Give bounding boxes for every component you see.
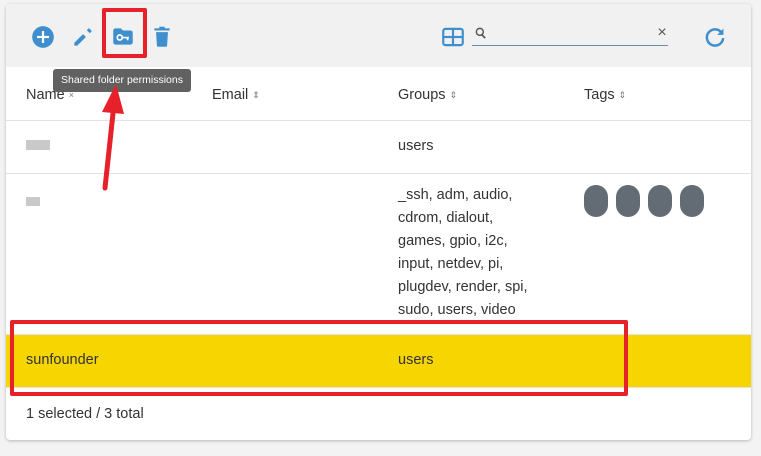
table-row[interactable]: _ssh, adm, audio, cdrom, dialout, games,… [6, 174, 751, 335]
groups-line: _ssh, adm, audio, [398, 187, 513, 203]
tag-chip [584, 185, 608, 217]
edit-button[interactable] [70, 24, 96, 50]
column-header-label: Tags [584, 87, 615, 103]
add-button[interactable] [30, 24, 56, 50]
groups-cell: _ssh, adm, audio, cdrom, dialout, games,… [398, 184, 548, 322]
search-field: × [472, 23, 668, 46]
groups-line: plugdev, render, spi, [398, 279, 528, 295]
column-header-tags[interactable]: Tags ⇕ [584, 87, 626, 103]
trash-icon [154, 26, 170, 47]
table-row[interactable]: users [6, 121, 751, 174]
redacted-username [26, 140, 50, 150]
tooltip: Shared folder permissions [53, 69, 191, 92]
folder-key-icon [113, 28, 133, 45]
groups-line: games, gpio, i2c, [398, 233, 508, 249]
search-icon [475, 27, 486, 39]
refresh-button[interactable] [702, 24, 728, 50]
delete-button[interactable] [149, 24, 175, 50]
groups-cell: users [398, 138, 434, 154]
tag-chip [648, 185, 672, 217]
groups-line: cdrom, dialout, [398, 210, 494, 226]
redacted-username [26, 197, 40, 206]
tag-chip [616, 185, 640, 217]
column-header-label: Email [212, 87, 249, 103]
plus-circle-icon [32, 26, 54, 48]
toolbar: × [6, 4, 751, 67]
groups-line: sudo, users, video [398, 302, 516, 318]
column-header-label: Groups [398, 87, 446, 103]
refresh-icon [705, 28, 725, 47]
column-layout-button[interactable] [440, 24, 466, 50]
sort-icon: ⇕ [618, 90, 627, 100]
shared-folder-permissions-button[interactable] [110, 24, 136, 50]
table-grid-icon [442, 27, 464, 47]
column-header-groups[interactable]: Groups ⇕ [398, 87, 457, 103]
sort-icon: ⇕ [449, 90, 458, 100]
groups-line: input, netdev, pi, [398, 256, 504, 272]
search-clear-button[interactable]: × [654, 24, 670, 42]
sort-icon: ⇕ [252, 90, 260, 100]
tag-chip [680, 185, 704, 217]
groups-cell: users [398, 352, 434, 368]
search-input[interactable] [494, 23, 648, 45]
table-row-selected[interactable]: sunfounder users [6, 335, 751, 388]
name-cell: sunfounder [26, 352, 99, 368]
selection-summary: 1 selected / 3 total [26, 406, 144, 422]
pencil-icon [74, 28, 92, 46]
column-header-email[interactable]: Email ⇕ [212, 87, 260, 103]
